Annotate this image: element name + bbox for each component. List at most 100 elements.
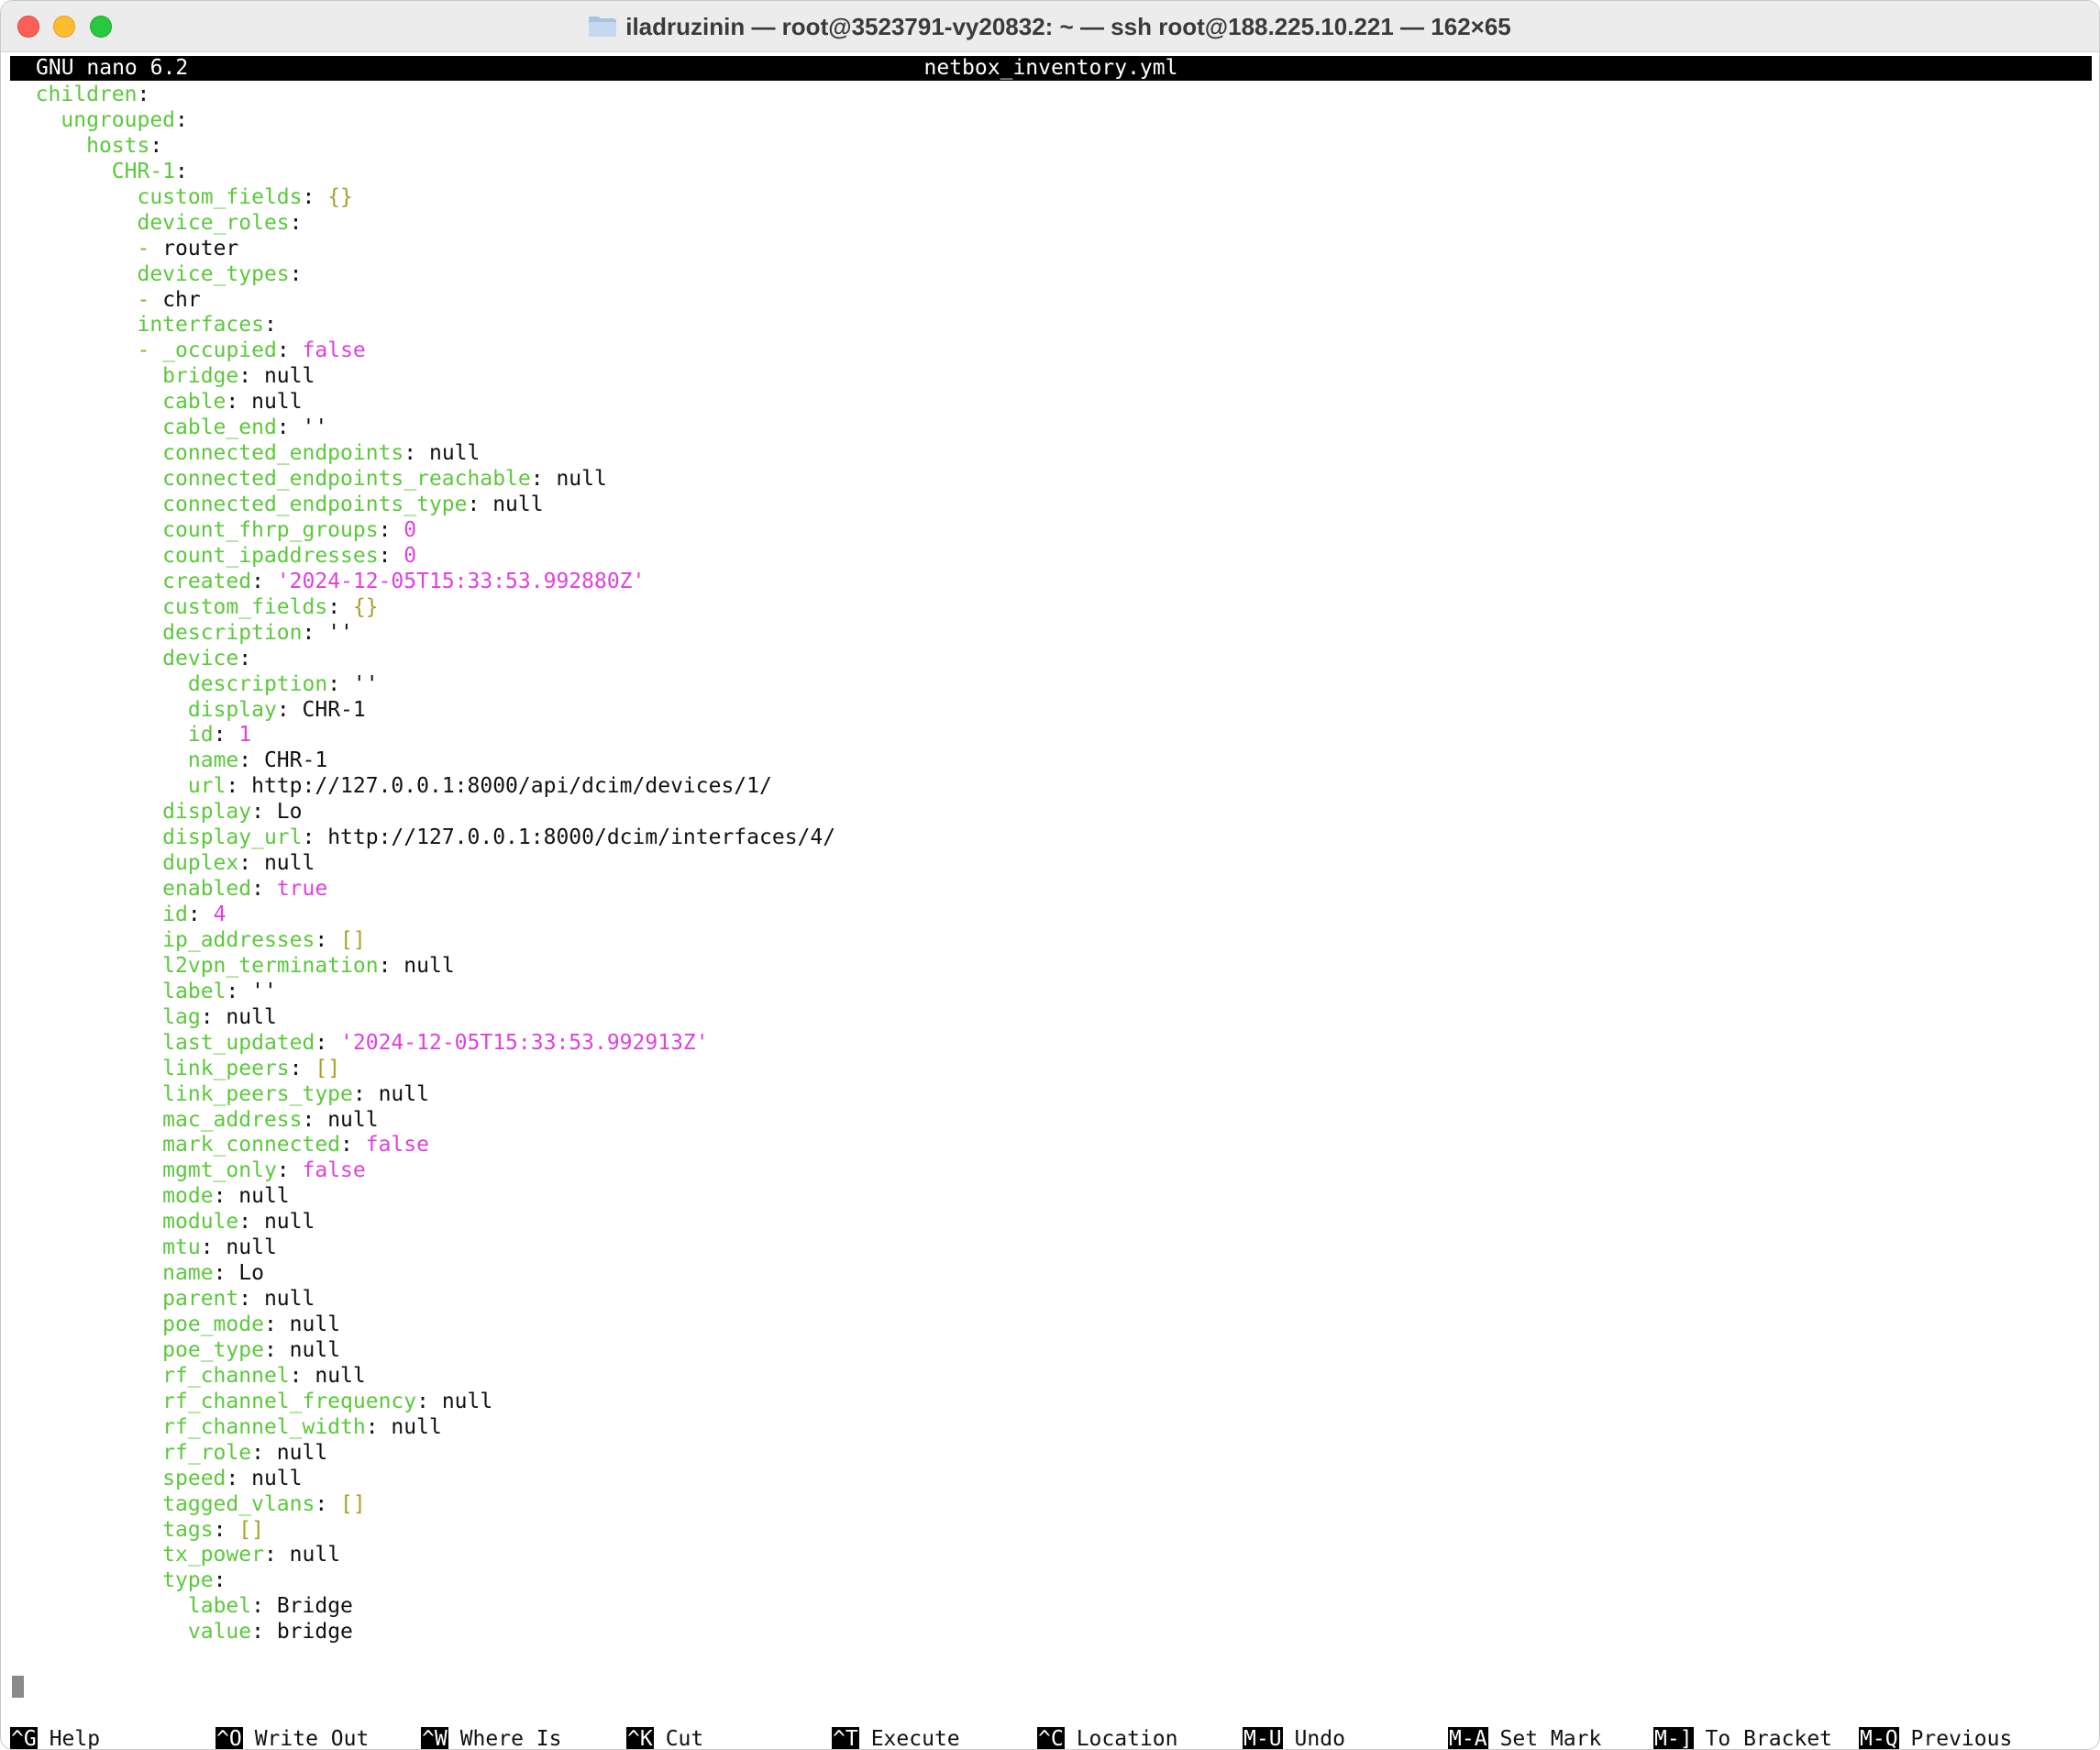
yaml-text: : null xyxy=(213,1184,290,1209)
shortcut-help[interactable]: ^G Help xyxy=(10,1726,101,1750)
shortcut-previous[interactable]: M-Q Previous xyxy=(1859,1726,2012,1750)
editor-line[interactable]: custom_fields: {} xyxy=(10,595,2092,621)
yaml-text xyxy=(10,338,137,362)
editor-line[interactable]: interfaces: xyxy=(10,313,2092,338)
editor-line[interactable]: - chr xyxy=(10,288,2092,314)
yaml-value: [] xyxy=(340,1491,366,1516)
editor-line[interactable]: module: null xyxy=(10,1210,2092,1235)
editor-line[interactable]: rf_role: null xyxy=(10,1441,2092,1467)
yaml-text: : xyxy=(378,543,404,568)
shortcut-location[interactable]: ^C Location xyxy=(1037,1726,1177,1749)
editor-line[interactable]: - _occupied: false xyxy=(10,338,2092,364)
editor-line[interactable]: mtu: null xyxy=(10,1235,2092,1261)
yaml-text xyxy=(10,903,162,926)
yaml-key: enabled xyxy=(162,877,252,902)
editor-line[interactable]: cable: null xyxy=(10,390,2092,415)
yaml-text xyxy=(10,1133,162,1157)
editor-line[interactable]: description: '' xyxy=(10,672,2092,698)
yaml-key: name xyxy=(162,1261,214,1286)
editor-line[interactable]: mark_connected: false xyxy=(10,1133,2092,1158)
yaml-text: : '' xyxy=(276,415,328,440)
editor-line[interactable]: duplex: null xyxy=(10,851,2092,877)
editor-line[interactable]: tx_power: null xyxy=(10,1543,2092,1568)
yaml-key: description xyxy=(162,620,303,645)
yaml-text: : null xyxy=(226,1466,303,1490)
yaml-text: : xyxy=(175,107,188,132)
editor-line[interactable]: poe_type: null xyxy=(10,1338,2092,1364)
editor-line[interactable]: speed: null xyxy=(10,1467,2092,1492)
editor-line[interactable]: l2vpn_termination: null xyxy=(10,954,2092,980)
editor-line[interactable]: device: xyxy=(10,647,2092,672)
editor-line[interactable]: label: Bridge xyxy=(10,1594,2092,1620)
editor-line[interactable]: value: bridge xyxy=(10,1620,2092,1645)
editor-line[interactable]: display: Lo xyxy=(10,800,2092,825)
editor-line[interactable]: tagged_vlans: [] xyxy=(10,1492,2092,1518)
title-bar[interactable]: iladruzinin — root@3523791-vy20832: ~ — … xyxy=(1,1,2099,52)
shortcut-execute[interactable]: ^T Execute xyxy=(832,1726,960,1749)
shortcut-to-bracket[interactable]: M-] To Bracket xyxy=(1653,1726,1832,1749)
editor-line[interactable]: cable_end: '' xyxy=(10,415,2092,441)
editor-line[interactable]: rf_channel_width: null xyxy=(10,1415,2092,1441)
editor-line[interactable]: url: http://127.0.0.1:8000/api/dcim/devi… xyxy=(10,774,2092,800)
editor-line[interactable]: count_ipaddresses: 0 xyxy=(10,544,2092,570)
editor-line[interactable]: display: CHR-1 xyxy=(10,698,2092,724)
editor-line[interactable]: name: CHR-1 xyxy=(10,748,2092,774)
editor-line[interactable]: ip_addresses: [] xyxy=(10,928,2092,954)
editor-line[interactable]: bridge: null xyxy=(10,364,2092,390)
yaml-value: false xyxy=(302,1158,366,1183)
editor-line[interactable]: poe_mode: null xyxy=(10,1312,2092,1338)
yaml-text: : xyxy=(137,83,150,106)
shortcut-write-out[interactable]: ^O Write Out xyxy=(216,1726,369,1749)
shortcut-label: Help xyxy=(49,1727,101,1750)
editor-line[interactable]: id: 1 xyxy=(10,723,2092,748)
yaml-key: mgmt_only xyxy=(162,1158,277,1183)
editor-line[interactable]: ungrouped: xyxy=(10,108,2092,134)
editor-line[interactable]: display_url: http://127.0.0.1:8000/dcim/… xyxy=(10,825,2092,851)
editor-line[interactable]: lag: null xyxy=(10,1005,2092,1031)
shortcut-set-mark[interactable]: M-A Set Mark xyxy=(1448,1726,1601,1749)
yaml-key: parent xyxy=(162,1287,239,1312)
editor-line[interactable]: id: 4 xyxy=(10,903,2092,928)
editor-line[interactable]: parent: null xyxy=(10,1287,2092,1312)
editor-line[interactable]: mode: null xyxy=(10,1184,2092,1210)
yaml-text: : null xyxy=(416,1389,493,1413)
editor-line[interactable]: name: Lo xyxy=(10,1261,2092,1287)
editor-line[interactable]: device_types: xyxy=(10,262,2092,288)
editor-line[interactable]: rf_channel_frequency: null xyxy=(10,1390,2092,1415)
yaml-text: : null xyxy=(378,953,455,978)
editor-line[interactable]: connected_endpoints: null xyxy=(10,441,2092,467)
editor-line[interactable]: created: '2024-12-05T15:33:53.992880Z' xyxy=(10,570,2092,595)
editor-buffer[interactable]: children: ungrouped: hosts: CHR-1: custo… xyxy=(10,83,2092,1645)
editor-line[interactable]: device_roles: xyxy=(10,211,2092,237)
shortcut-cut[interactable]: ^K Cut xyxy=(626,1726,703,1749)
editor-line[interactable]: enabled: true xyxy=(10,877,2092,903)
shortcut-key: M-Q xyxy=(1859,1727,1899,1750)
editor-line[interactable]: connected_endpoints_type: null xyxy=(10,493,2092,518)
yaml-value: {} xyxy=(352,594,379,619)
yaml-text xyxy=(10,390,162,414)
editor-line[interactable]: mac_address: null xyxy=(10,1108,2092,1134)
editor-line[interactable]: link_peers_type: null xyxy=(10,1082,2092,1108)
shortcut-undo[interactable]: M-U Undo xyxy=(1243,1726,1345,1749)
yaml-key: rf_role xyxy=(162,1440,252,1465)
editor-line[interactable]: tags: [] xyxy=(10,1518,2092,1544)
yaml-text xyxy=(10,441,162,465)
yaml-text: : null xyxy=(238,1287,315,1312)
editor-line[interactable]: mgmt_only: false xyxy=(10,1158,2092,1184)
editor-line[interactable]: connected_endpoints_reachable: null xyxy=(10,467,2092,493)
editor-line[interactable]: description: '' xyxy=(10,621,2092,647)
editor-line[interactable]: last_updated: '2024-12-05T15:33:53.99291… xyxy=(10,1031,2092,1057)
editor-line[interactable]: - router xyxy=(10,237,2092,262)
editor-line[interactable]: count_fhrp_groups: 0 xyxy=(10,518,2092,544)
editor-line[interactable]: link_peers: [] xyxy=(10,1057,2092,1082)
editor-line[interactable]: type: xyxy=(10,1568,2092,1594)
editor-line[interactable]: hosts: xyxy=(10,134,2092,160)
editor-line[interactable]: CHR-1: xyxy=(10,160,2092,185)
terminal-content[interactable]: GNU nano 6.2 netbox_inventory.yml childr… xyxy=(10,52,2094,1749)
editor-line[interactable]: rf_channel: null xyxy=(10,1364,2092,1390)
yaml-key: rf_channel_frequency xyxy=(162,1389,417,1413)
editor-line[interactable]: children: xyxy=(10,83,2092,108)
shortcut-where-is[interactable]: ^W Where Is xyxy=(421,1726,561,1749)
editor-line[interactable]: label: '' xyxy=(10,980,2092,1005)
editor-line[interactable]: custom_fields: {} xyxy=(10,185,2092,211)
